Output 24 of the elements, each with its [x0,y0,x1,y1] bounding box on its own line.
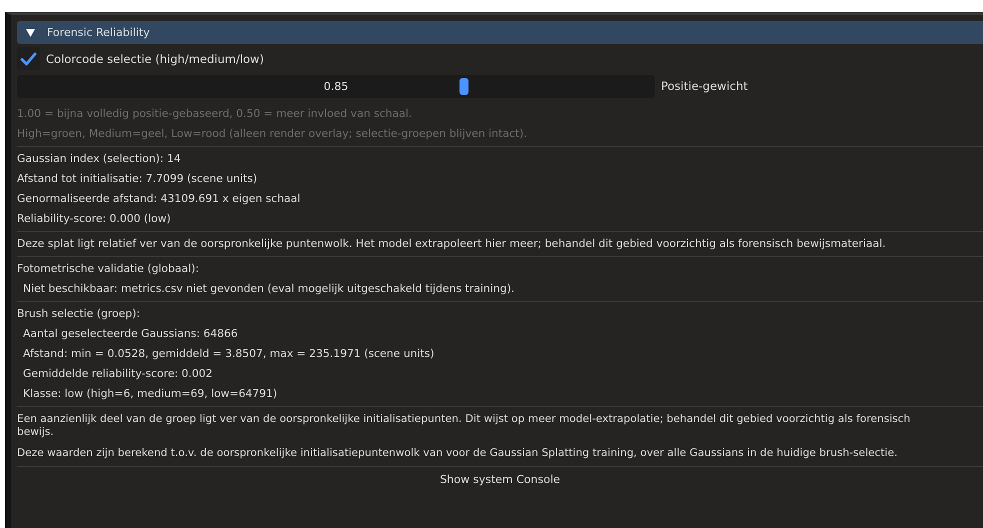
hint-text: High=groen, Medium=geel, Low=rood (alleen render overlay; selectie-groepen blijven intact). [17,126,528,142]
info-paragraph: Deze waarden zijn berekend t.o.v. de oorspronkelijke initialisatiepuntenwolk van voor de Gaussian Splatting training, over alle Gaussians in de huidige brush-selectie. [17,446,898,461]
info-paragraph: Een aanzienlijk deel van de groep ligt ver van de oorspronkelijke initialisatiepunten. Dit wijst op meer model-extrapolatie; behandel dit gebied voorzichtig als forensisch bewijs. [17,412,912,440]
checkbox[interactable] [17,47,40,70]
info-text: Niet beschikbaar: metrics.csv niet gevonden (eval mogelijk uitgeschakeld tijdens training). [22,281,516,297]
slider-label: Positie-gewicht [661,79,748,93]
info-text: Gemiddelde reliability-score: 0.002 [22,366,214,382]
info-text: Klasse: low (high=6, medium=69, low=64791) [22,386,278,402]
panel-header[interactable]: Forensic Reliability [17,21,983,44]
info-text: Afstand: min = 0.0528, gemiddeld = 3.8507, max = 235.1971 (scene units) [22,346,436,362]
slider-thumb[interactable] [459,78,468,94]
info-text: Aantal geselecteerde Gaussians: 64866 [22,326,239,342]
info-text: Genormaliseerde afstand: 43109.691 x eigen schaal [17,191,302,207]
disclosure-triangle-icon [26,28,35,36]
checkbox-label: Colorcode selectie (high/medium/low) [46,52,264,66]
hint-text: 1.00 = bijna volledig positie-gebaseerd, 0.50 = meer invloed van schaal. [17,106,413,122]
info-text: Reliability-score: 0.000 (low) [17,211,172,227]
info-text: Fotometrische validatie (globaal): [17,261,200,277]
slider[interactable]: 0.85 [17,74,655,98]
show-console-button[interactable]: Show system Console [428,467,572,491]
info-text: Deze splat ligt relatief ver van de oorspronkelijke puntenwolk. Het model extrapoleert hier meer; behandel dit gebied voorzichtig als forensisch bewijsmateriaal. [17,236,887,252]
info-text: Afstand tot initialisatie: 7.7099 (scene units) [17,171,258,187]
info-text: Brush selectie (groep): [17,306,141,322]
info-text: Gaussian index (selection): 14 [17,151,182,167]
